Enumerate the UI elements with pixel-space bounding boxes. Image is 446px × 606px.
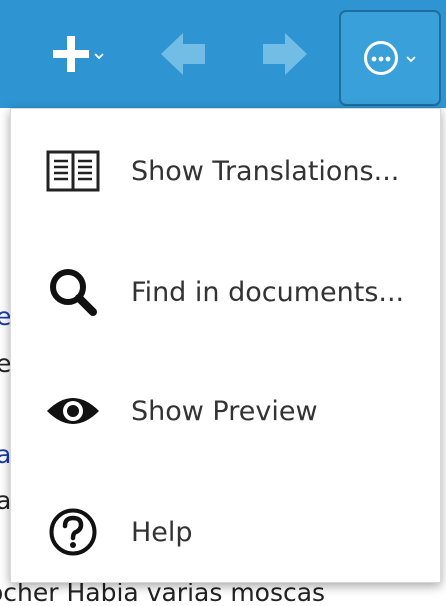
ellipsis-circle-icon	[364, 41, 398, 75]
back-button[interactable]	[148, 12, 218, 96]
menu-item-find-in-documents[interactable]: Find in documents...	[11, 233, 440, 351]
menu-item-show-translations[interactable]: Show Translations...	[11, 112, 440, 230]
plus-icon	[53, 36, 89, 72]
menu-item-show-preview[interactable]: Show Preview	[11, 352, 440, 470]
menu-item-label: Find in documents...	[131, 276, 405, 308]
arrow-right-icon	[263, 33, 307, 75]
more-menu: Show Translations... Find in documents..…	[10, 108, 441, 583]
chevron-down-icon	[94, 53, 104, 60]
toolbar	[0, 0, 446, 108]
help-icon	[45, 504, 101, 560]
chevron-down-icon	[406, 56, 416, 63]
menu-item-help[interactable]: Help	[11, 473, 440, 591]
eye-icon	[45, 383, 101, 439]
arrow-left-icon	[161, 33, 205, 75]
menu-item-label: Show Translations...	[131, 155, 400, 187]
search-icon	[45, 264, 101, 320]
more-button[interactable]	[339, 10, 441, 106]
menu-item-label: Show Preview	[131, 395, 318, 427]
app-window: e e a a ocher Habia varias moscas Show T…	[0, 0, 446, 606]
menu-item-label: Help	[131, 516, 193, 548]
add-button[interactable]	[40, 12, 120, 96]
book-icon	[45, 143, 101, 199]
forward-button[interactable]	[250, 12, 320, 96]
